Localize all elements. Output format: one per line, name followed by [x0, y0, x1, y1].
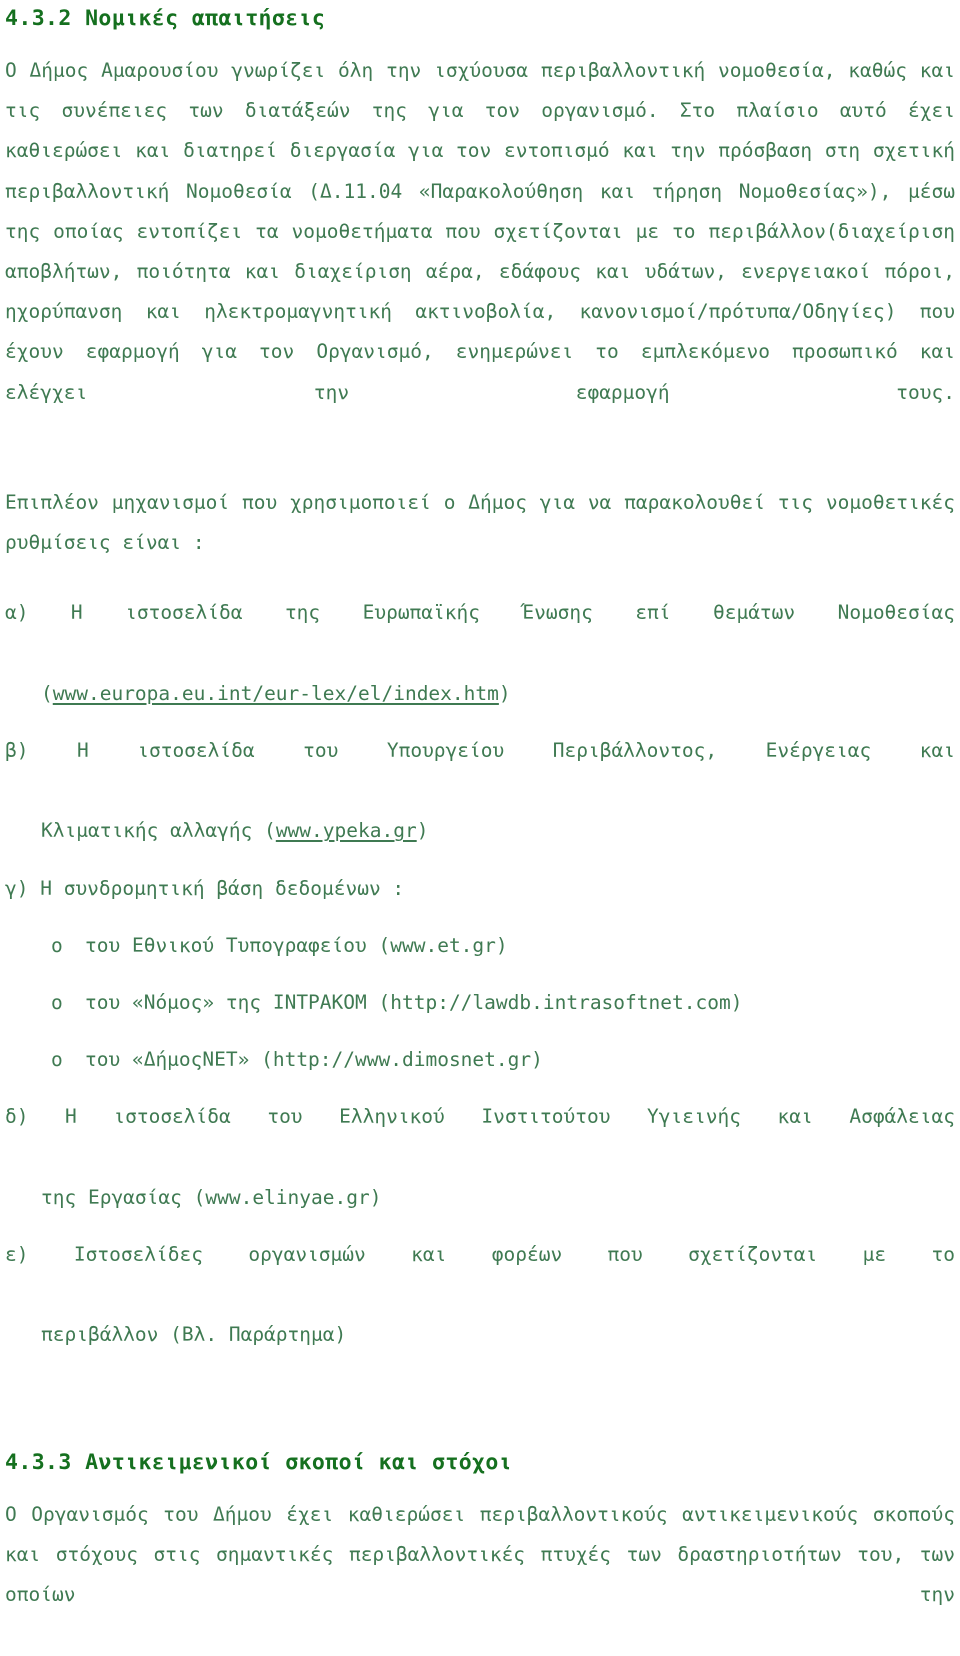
paren-open: ( — [41, 681, 53, 705]
list-item-epsilon-cont: περιβάλλον (Βλ. Παράρτημα) — [41, 1323, 347, 1347]
paragraph-legal-requirements: Ο Δήμος Αμαρουσίου γνωρίζει όλη την ισχύ… — [5, 59, 955, 404]
list-item-nomos-intrakom: o του «Νόμος» της ΙΝΤΡΑΚΟΜ (http://lawdb.… — [5, 983, 955, 1023]
list-item-alpha-text: α) Η ιστοσελίδα της Ευρωπαϊκής Ένωσης επ… — [5, 601, 955, 625]
list-item-beta-text: β) Η ιστοσελίδα του Υπουργείου Περιβάλλο… — [5, 739, 955, 763]
list-item-gamma-text: γ) Η συνδρομητική βάση δεδομένων : — [5, 876, 405, 900]
paragraph-monitoring-mechanisms: Επιπλέον μηχανισμοί που χρησιμοποιεί ο Δ… — [5, 491, 955, 555]
list-item-delta: δ) Η ιστοσελίδα του Ελληνικού Ινστιτούτο… — [5, 1097, 955, 1218]
bullet-o-icon: o — [51, 1048, 63, 1072]
list-item-epsilon-text: ε) Ιστοσελίδες οργανισμών και φορέων που… — [5, 1243, 955, 1267]
list-item-et-gr: o του Εθνικού Τυπογραφείου (www.et.gr) — [5, 926, 955, 966]
section-heading-4-3-3: 4.3.3 Αντικειμενικοί σκοποί και στόχοι — [5, 1449, 513, 1475]
link-ypeka[interactable]: www.ypeka.gr — [276, 819, 417, 842]
list-item-et-gr-text: του Εθνικού Τυπογραφείου (www.et.gr) — [85, 933, 508, 957]
list-item-beta: β) Η ιστοσελίδα του Υπουργείου Περιβάλλο… — [5, 731, 955, 852]
list-item-delta-text: δ) Η ιστοσελίδα του Ελληνικού Ινστιτούτο… — [5, 1105, 955, 1129]
list-item-dimosnet-text: του «ΔήμοςΝΕΤ» (http://www.dimosnet.gr) — [85, 1048, 543, 1072]
paren-close: ) — [498, 681, 511, 705]
list-item-dimosnet: o του «ΔήμοςΝΕΤ» (http://www.dimosnet.gr) — [5, 1040, 955, 1080]
list-item-alpha-url-line: (www.europa.eu.int/eur-lex/el/index.htm) — [5, 674, 955, 714]
beta-cont-prefix: Κλιματικής αλλαγής ( — [41, 819, 276, 843]
list-item-gamma: γ) Η συνδρομητική βάση δεδομένων : — [5, 869, 955, 909]
list-item-alpha: α) Η ιστοσελίδα της Ευρωπαϊκής Ένωσης επ… — [5, 593, 955, 714]
paragraph-objectives-targets: Ο Οργανισμός του Δήμου έχει καθιερώσει π… — [5, 1502, 955, 1607]
list-item-delta-cont: της Εργασίας (www.elinyae.gr) — [41, 1185, 382, 1209]
list-item-beta-url-line: Κλιματικής αλλαγής (www.ypeka.gr) — [5, 811, 955, 851]
bullet-o-icon: o — [51, 991, 63, 1015]
list-item-nomos-text: του «Νόμος» της ΙΝΤΡΑΚΟΜ (http://lawdb.i… — [85, 991, 743, 1015]
document-page: 4.3.2 Νομικές απαιτήσεις Ο Δήμος Αμαρουσ… — [0, 0, 960, 1606]
document-body: 4.3.2 Νομικές απαιτήσεις Ο Δήμος Αμαρουσ… — [5, 4, 955, 1656]
paren-close: ) — [416, 819, 429, 843]
list-item-epsilon: ε) Ιστοσελίδες οργανισμών και φορέων που… — [5, 1235, 955, 1356]
link-europa-eur-lex[interactable]: www.europa.eu.int/eur-lex/el/index.htm — [53, 682, 499, 705]
section-heading-4-3-2: 4.3.2 Νομικές απαιτήσεις — [5, 6, 326, 31]
bullet-o-icon: o — [51, 933, 63, 957]
